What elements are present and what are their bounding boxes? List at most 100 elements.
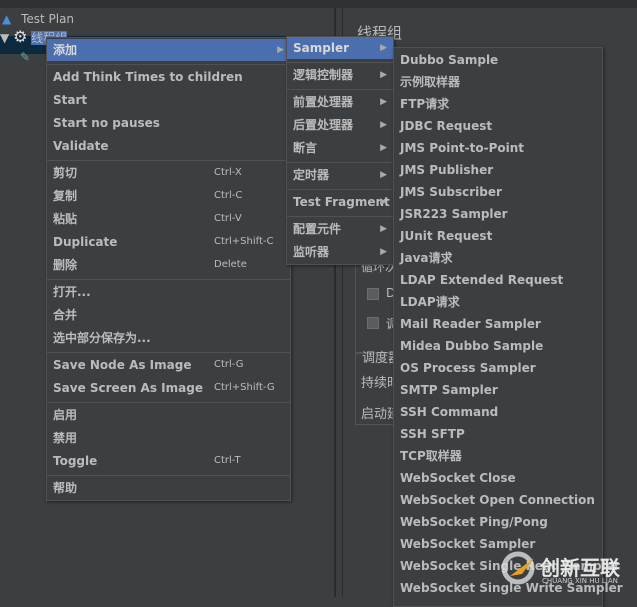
add-submenu-item[interactable]: 配置元件 ▶ xyxy=(287,218,393,240)
menu-separator xyxy=(287,62,393,63)
sampler-item[interactable]: WebSocket Ping/Pong xyxy=(394,511,602,533)
menu-item-label: FTP请求 xyxy=(400,97,450,111)
sampler-item[interactable]: WebSocket Open Connection xyxy=(394,489,602,511)
context-menu-item[interactable]: 选中部分保存为... xyxy=(47,327,290,349)
menu-item-label: Midea Dubbo Sample xyxy=(400,339,544,353)
menu-item-label: Add Think Times to children xyxy=(53,70,243,84)
menu-item-label: JDBC Request xyxy=(400,119,493,133)
add-submenu-item[interactable]: 后置处理器 ▶ xyxy=(287,114,393,136)
tree-node-test-plan[interactable]: ▲ Test Plan xyxy=(2,10,74,28)
expand-arrow-icon: ▼ xyxy=(0,31,10,45)
menu-separator xyxy=(287,216,393,217)
sampler-item[interactable]: WebSocket Close xyxy=(394,467,602,489)
context-menu-item[interactable]: Duplicate Ctrl+Shift-C xyxy=(47,231,290,253)
menu-item-label: JUnit Request xyxy=(400,229,493,243)
sampler-item[interactable]: LDAP请求 xyxy=(394,291,602,313)
context-menu-item[interactable]: 复制 Ctrl-C xyxy=(47,185,290,207)
sampler-item[interactable]: JMS Subscriber xyxy=(394,181,602,203)
add-submenu-item[interactable]: 前置处理器 ▶ xyxy=(287,91,393,113)
menu-item-label: 启用 xyxy=(53,408,78,422)
context-menu-item[interactable]: 删除 Delete xyxy=(47,254,290,276)
context-menu-item[interactable]: 剪切 Ctrl-X xyxy=(47,162,290,184)
context-menu-item[interactable]: 粘贴 Ctrl-V xyxy=(47,208,290,230)
sampler-item[interactable]: Midea Dubbo Sample xyxy=(394,335,602,357)
menu-item-label: Dubbo Sample xyxy=(400,53,499,67)
context-menu-item[interactable]: Toggle Ctrl-T xyxy=(47,450,290,472)
shortcut-label: Ctrl+Shift-G xyxy=(214,382,275,393)
menu-separator xyxy=(287,89,393,90)
menu-separator xyxy=(47,402,290,403)
menu-separator xyxy=(47,352,290,353)
menu-item-label: TCP取样器 xyxy=(400,449,462,463)
sampler-item[interactable]: JMS Publisher xyxy=(394,159,602,181)
shortcut-label: Ctrl-V xyxy=(214,213,242,224)
menu-item-label: Start xyxy=(53,93,88,107)
context-menu-item[interactable]: Start xyxy=(47,89,290,111)
context-menu-item[interactable]: Validate xyxy=(47,135,290,157)
menu-item-label: 禁用 xyxy=(53,431,78,445)
submenu-arrow-icon: ▶ xyxy=(380,120,387,130)
menu-item-label: Duplicate xyxy=(53,235,118,249)
add-submenu-item[interactable]: Sampler ▶ xyxy=(287,37,393,59)
shortcut-label: Ctrl-G xyxy=(214,359,244,370)
context-menu-item[interactable]: Save Node As Image Ctrl-G xyxy=(47,354,290,376)
menu-separator xyxy=(47,475,290,476)
sampler-item[interactable]: 示例取样器 xyxy=(394,71,602,93)
sampler-item[interactable]: SSH Command xyxy=(394,401,602,423)
shortcut-label: Ctrl-C xyxy=(214,190,243,201)
add-submenu-item[interactable]: Test Fragment ▶ xyxy=(287,191,393,213)
sampler-item[interactable]: FTP请求 xyxy=(394,93,602,115)
add-submenu-item[interactable]: 逻辑控制器 ▶ xyxy=(287,64,393,86)
add-submenu-item[interactable]: 定时器 ▶ xyxy=(287,164,393,186)
menu-item-label: SSH Command xyxy=(400,405,499,419)
submenu-arrow-icon: ▶ xyxy=(380,43,387,53)
submenu-arrow-icon: ▶ xyxy=(277,45,284,55)
menu-item-label: 后置处理器 xyxy=(293,118,354,132)
menu-separator xyxy=(47,64,290,65)
shortcut-label: Ctrl-X xyxy=(214,167,242,178)
menu-item-label: SSH SFTP xyxy=(400,427,465,441)
menu-item-label: Test Fragment xyxy=(293,195,390,209)
sampler-item[interactable]: SMTP Sampler xyxy=(394,379,602,401)
context-menu-item[interactable]: 合并 xyxy=(47,304,290,326)
context-menu-item[interactable]: Start no pauses xyxy=(47,112,290,134)
sampler-item[interactable]: LDAP Extended Request xyxy=(394,269,602,291)
menu-item-label: WebSocket Ping/Pong xyxy=(400,515,548,529)
sampler-item[interactable]: JSR223 Sampler xyxy=(394,203,602,225)
menu-item-label: 断言 xyxy=(293,141,318,155)
context-menu-item[interactable]: 禁用 xyxy=(47,427,290,449)
sampler-item[interactable]: Java请求 xyxy=(394,247,602,269)
shortcut-label: Ctrl+Shift-C xyxy=(214,236,274,247)
menu-item-label: Save Node As Image xyxy=(53,358,192,372)
context-menu-item[interactable]: 打开... xyxy=(47,281,290,303)
context-menu-item[interactable]: Save Screen As Image Ctrl+Shift-G xyxy=(47,377,290,399)
sampler-item[interactable]: TCP取样器 xyxy=(394,445,602,467)
checkbox-2[interactable] xyxy=(367,317,379,329)
menu-item-label: Mail Reader Sampler xyxy=(400,317,541,331)
sampler-item[interactable]: Dubbo Sample xyxy=(394,49,602,71)
checkbox-1[interactable] xyxy=(367,288,379,300)
sampler-item[interactable]: OS Process Sampler xyxy=(394,357,602,379)
sampler-item[interactable]: Mail Reader Sampler xyxy=(394,313,602,335)
sampler-item[interactable]: JMS Point-to-Point xyxy=(394,137,602,159)
menu-item-label: JSR223 Sampler xyxy=(400,207,508,221)
menu-item-label: 配置元件 xyxy=(293,222,342,236)
menu-item-label: Save Screen As Image xyxy=(53,381,203,395)
sampler-item[interactable]: JUnit Request xyxy=(394,225,602,247)
sampler-item[interactable]: SSH SFTP xyxy=(394,423,602,445)
menu-item-label: Start no pauses xyxy=(53,116,160,130)
menu-item-label: 定时器 xyxy=(293,168,330,182)
add-submenu-item[interactable]: 监听器 ▶ xyxy=(287,241,393,263)
menu-item-label: 合并 xyxy=(53,308,78,322)
watermark-subtext: CHUANG XIN HU LIAN xyxy=(542,577,618,585)
menu-item-label: Java请求 xyxy=(400,251,453,265)
menu-separator xyxy=(287,189,393,190)
add-submenu-item[interactable]: 断言 ▶ xyxy=(287,137,393,159)
sampler-submenu: Dubbo Sample 示例取样器 FTP请求 JDBC Request JMS Po… xyxy=(393,47,623,607)
context-menu-item[interactable]: 启用 xyxy=(47,404,290,426)
context-menu-item[interactable]: Add Think Times to children xyxy=(47,66,290,88)
context-menu-item[interactable]: 添加 ▶ xyxy=(47,39,290,61)
sampler-item[interactable]: JDBC Request xyxy=(394,115,602,137)
menu-item-label: 示例取样器 xyxy=(400,75,461,89)
context-menu-item[interactable]: 帮助 xyxy=(47,477,290,499)
